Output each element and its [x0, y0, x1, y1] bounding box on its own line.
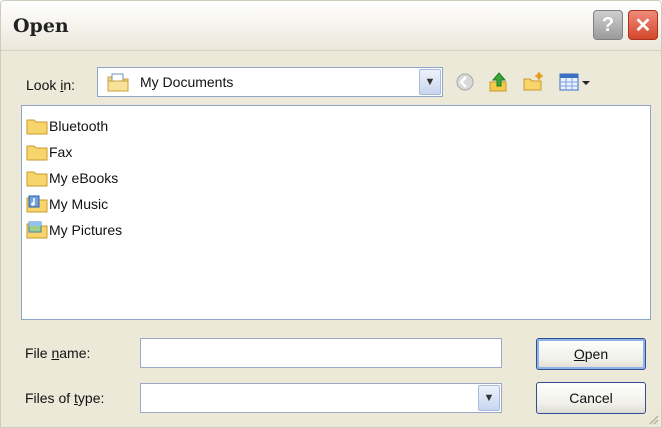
views-menu-button[interactable]: [557, 70, 595, 94]
music-folder-icon: [26, 195, 48, 213]
file-name: Bluetooth: [49, 118, 109, 134]
close-button[interactable]: ✕: [628, 10, 658, 40]
folder-icon: [26, 145, 48, 161]
views-menu-icon: [559, 73, 590, 91]
new-folder-button[interactable]: [521, 70, 545, 94]
files-of-type-select[interactable]: ▼: [140, 383, 502, 413]
list-item[interactable]: My Pictures: [26, 219, 122, 241]
open-button[interactable]: Open: [536, 338, 646, 370]
folder-icon: [26, 119, 48, 135]
file-name: Fax: [49, 144, 73, 160]
up-folder-icon: [489, 72, 507, 92]
open-dialog: Open ? ✕ Look in: My Documents ▼ Bluetoo…: [0, 0, 662, 428]
chevron-down-icon: ▼: [424, 76, 436, 88]
my-documents-folder-icon: [107, 73, 129, 92]
list-item[interactable]: My Music: [26, 193, 108, 215]
chevron-down-icon: ▼: [483, 392, 495, 404]
look-in-dropdown-button[interactable]: ▼: [419, 69, 441, 95]
close-icon: ✕: [634, 14, 652, 37]
files-of-type-label: Files of type:: [25, 390, 105, 406]
look-in-combo[interactable]: My Documents ▼: [97, 67, 443, 97]
file-name: My Music: [49, 196, 109, 212]
file-list[interactable]: Bluetooth Fax My eBooks My Music My Pict…: [21, 105, 651, 320]
back-icon: [456, 73, 474, 91]
help-button[interactable]: ?: [593, 10, 623, 40]
files-of-type-dropdown-button[interactable]: ▼: [478, 385, 500, 411]
file-name: My Pictures: [49, 222, 123, 238]
help-icon: ?: [601, 13, 615, 36]
list-item[interactable]: My eBooks: [26, 167, 118, 189]
look-in-label: Look in:: [26, 77, 76, 93]
up-one-level-button[interactable]: [487, 70, 511, 94]
window-title: Open: [13, 15, 69, 37]
list-item[interactable]: Bluetooth: [26, 115, 108, 137]
title-bar[interactable]: Open ? ✕: [1, 1, 661, 51]
list-item[interactable]: Fax: [26, 141, 72, 163]
new-folder-icon: [523, 72, 543, 91]
resize-grip-icon[interactable]: [647, 413, 659, 425]
file-name-input[interactable]: [140, 338, 502, 368]
back-button[interactable]: [453, 70, 477, 94]
cancel-button[interactable]: Cancel: [536, 382, 646, 414]
look-in-value: My Documents: [140, 74, 234, 90]
file-name: My eBooks: [49, 170, 119, 186]
file-name-label: File name:: [25, 345, 91, 361]
folder-icon: [26, 171, 48, 187]
pictures-folder-icon: [26, 221, 48, 239]
